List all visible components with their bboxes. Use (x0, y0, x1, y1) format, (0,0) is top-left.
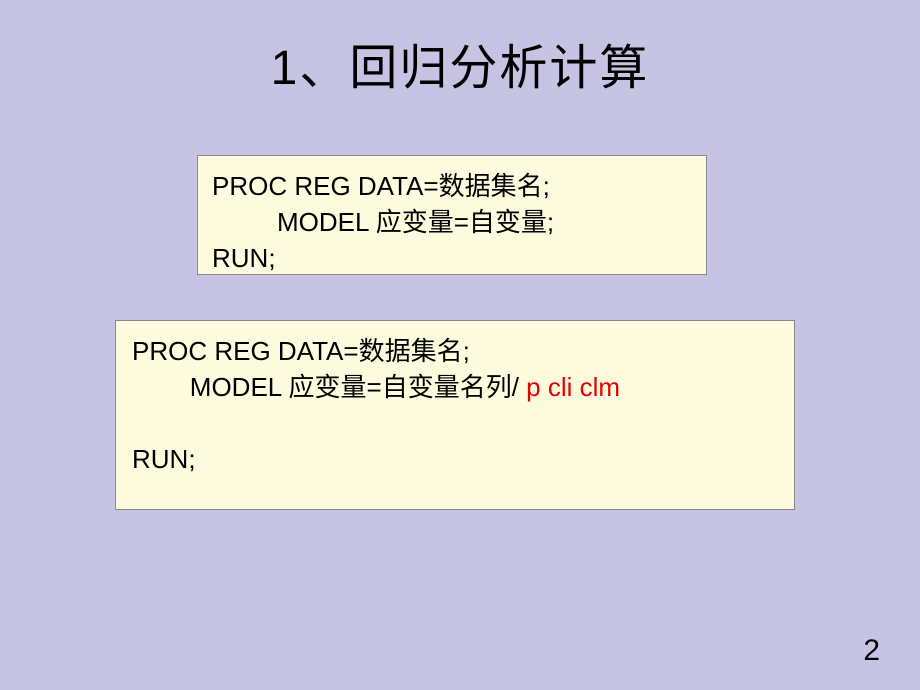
highlighted-options: p cli clm (526, 372, 620, 402)
code-block-2: PROC REG DATA=数据集名; MODEL 应变量=自变量名列/ p c… (115, 320, 795, 510)
blank-line (132, 405, 778, 441)
page-number: 2 (863, 634, 880, 668)
code-line: PROC REG DATA=数据集名; (132, 333, 778, 369)
slide-title: 1、回归分析计算 (0, 0, 920, 98)
code-line: MODEL 应变量=自变量; (212, 204, 692, 240)
code-line: PROC REG DATA=数据集名; (212, 168, 692, 204)
code-line: RUN; (212, 240, 692, 276)
code-line: RUN; (132, 441, 778, 477)
code-block-1: PROC REG DATA=数据集名; MODEL 应变量=自变量; RUN; (197, 155, 707, 275)
code-line: MODEL 应变量=自变量名列/ p cli clm (132, 369, 778, 405)
